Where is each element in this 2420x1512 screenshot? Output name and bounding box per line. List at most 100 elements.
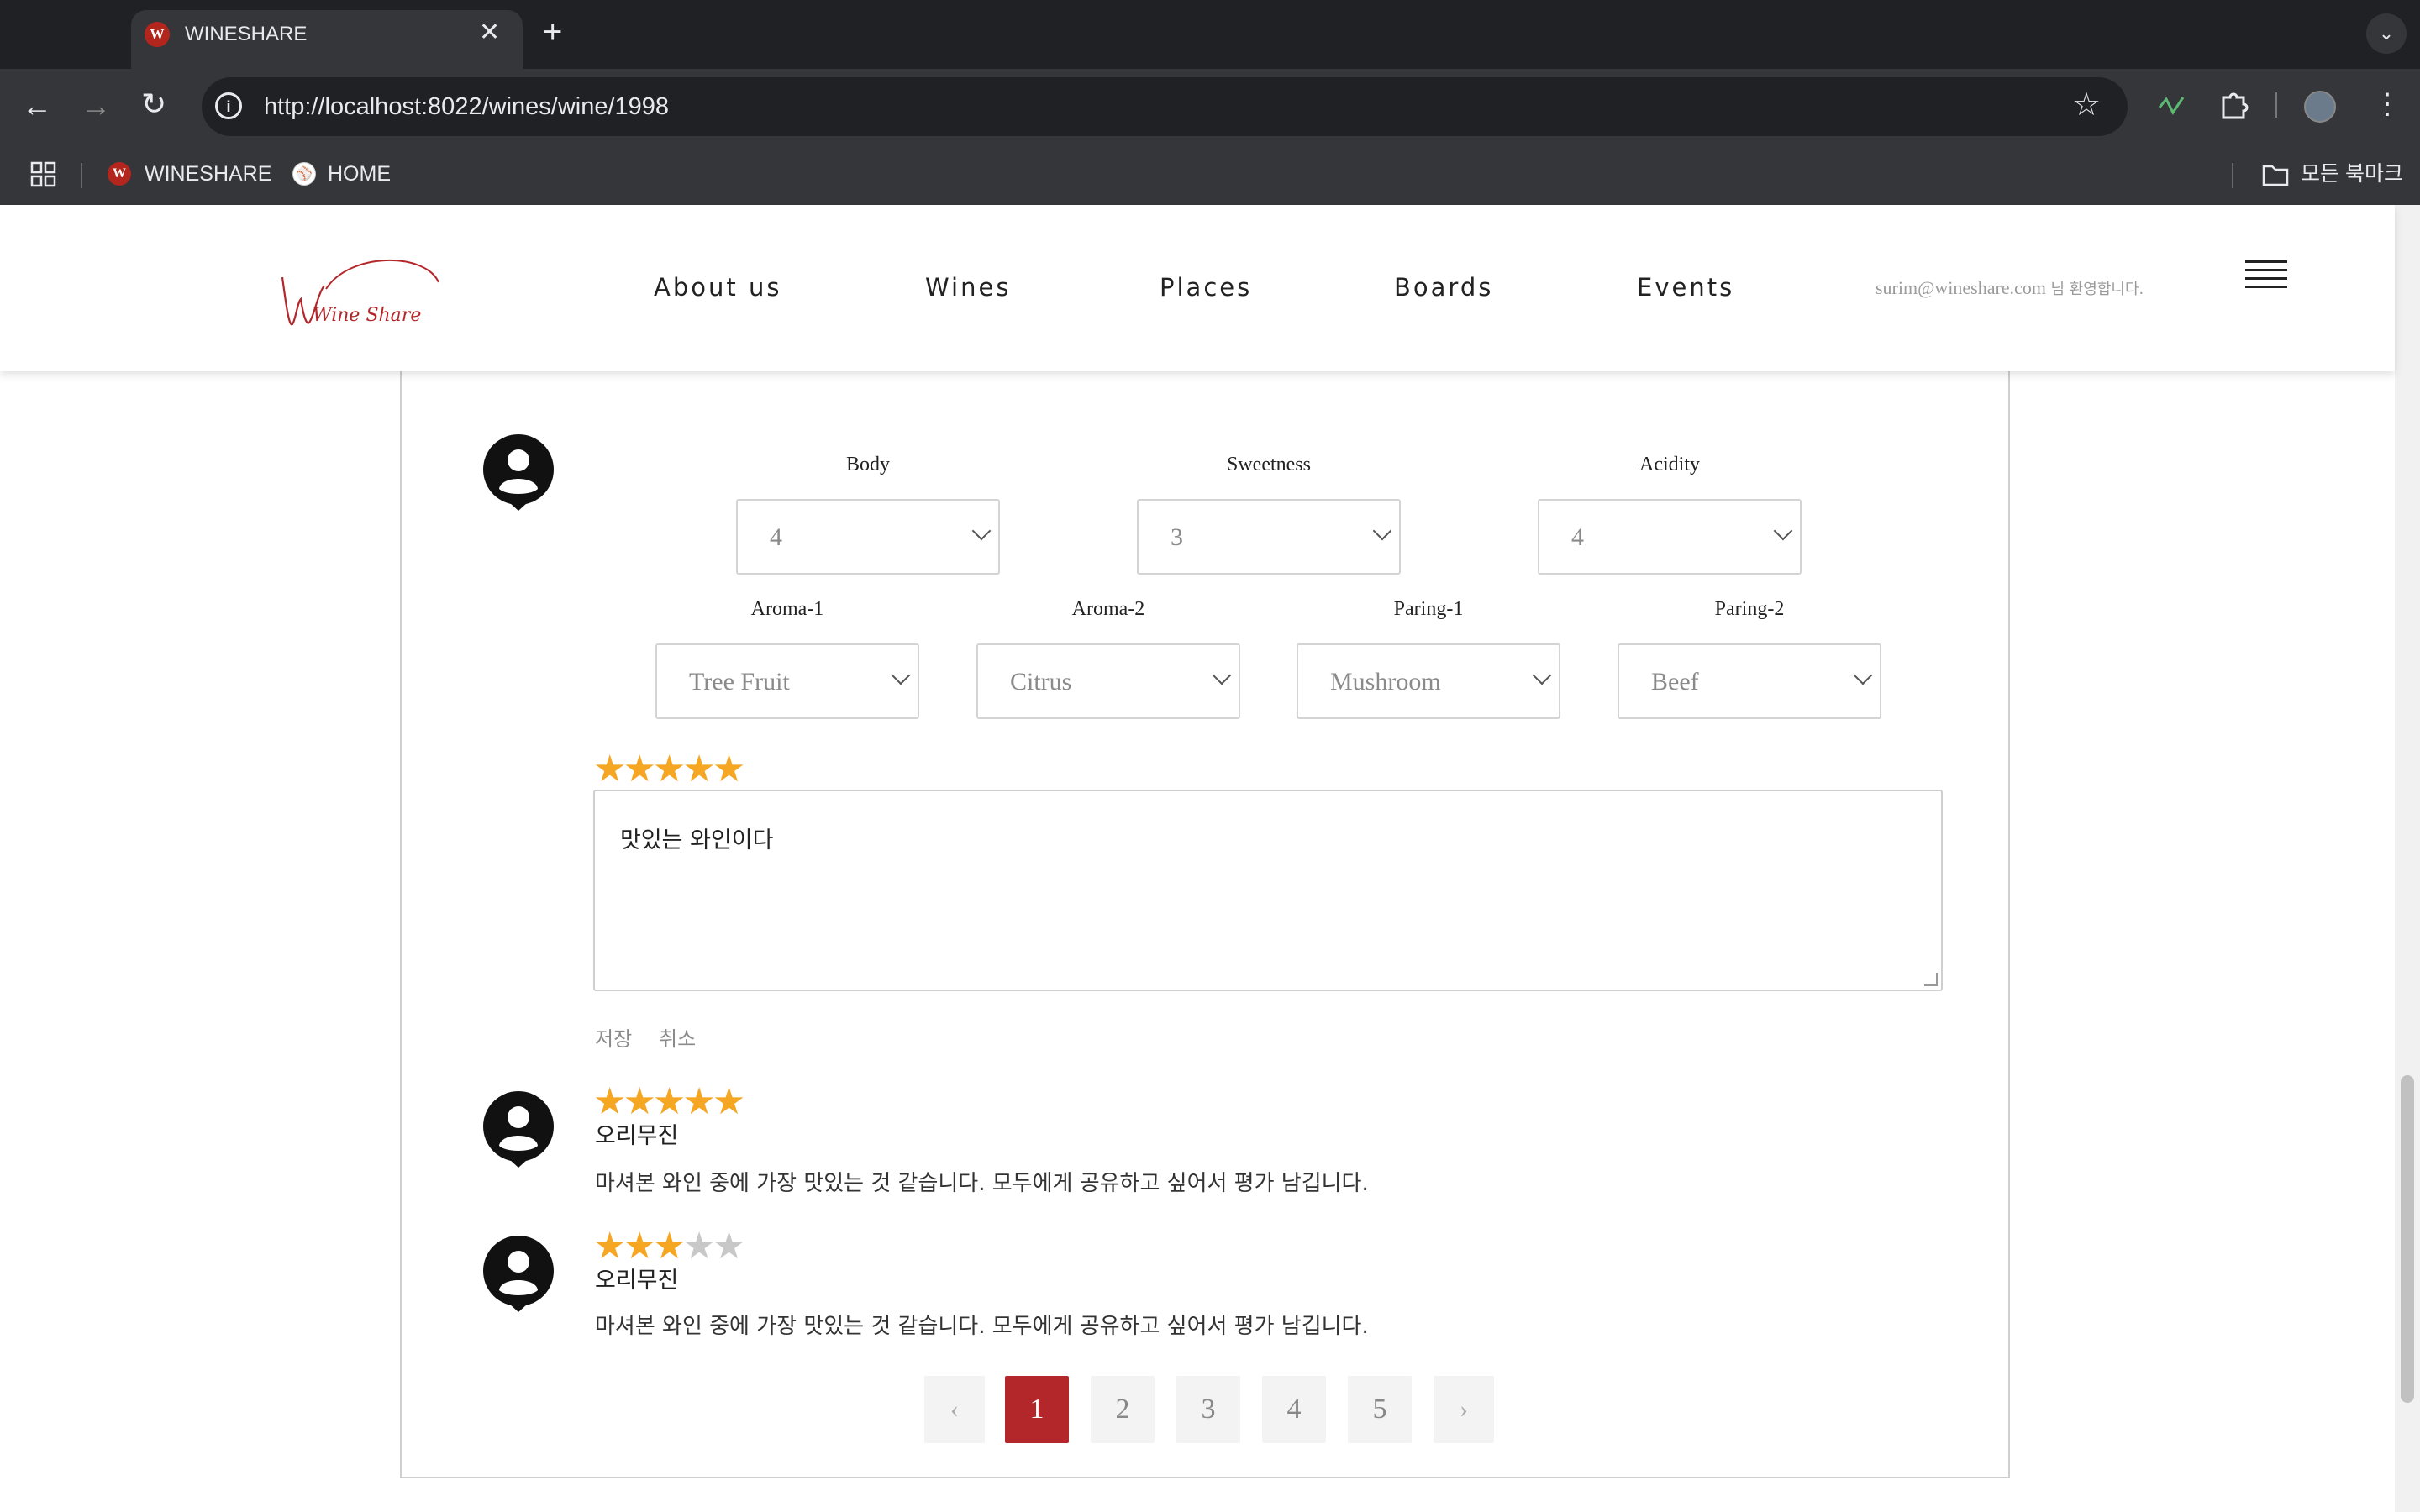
- star-filled-icon: ★: [682, 1081, 716, 1122]
- info-icon[interactable]: i: [215, 92, 242, 119]
- star-filled-icon: ★: [623, 1226, 656, 1267]
- paring-1-value: Mushroom: [1330, 668, 1441, 696]
- chevron-down-icon: [1212, 665, 1232, 685]
- puzzle-icon[interactable]: [2218, 89, 2249, 119]
- nav-events[interactable]: Events: [1637, 270, 1734, 304]
- paring-2-select[interactable]: Beef: [1618, 643, 1881, 719]
- pagination-page-2[interactable]: 2: [1091, 1376, 1155, 1443]
- pagination-page-4[interactable]: 4: [1262, 1376, 1326, 1443]
- review-text: 마셔본 와인 중에 가장 맛있는 것 같습니다. 모두에게 공유하고 싶어서 평…: [595, 1314, 1369, 1339]
- user-avatar-icon: [483, 434, 554, 511]
- star-empty-icon: ★: [682, 1226, 716, 1267]
- nav-wines[interactable]: Wines: [925, 270, 1011, 304]
- nav-boards[interactable]: Boards: [1394, 270, 1493, 304]
- profile-avatar[interactable]: [2304, 91, 2336, 123]
- star-filled-icon[interactable]: ★: [593, 748, 627, 790]
- review-rating: ★★★★★: [593, 1226, 746, 1267]
- user-avatar-icon: [483, 1236, 554, 1312]
- tab-close-icon[interactable]: ✕: [479, 18, 500, 47]
- home-bookmark-icon: ⚾: [292, 162, 316, 186]
- reload-icon[interactable]: ↻: [141, 87, 166, 121]
- tab-search-icon[interactable]: ⌄: [2366, 13, 2407, 54]
- star-empty-icon: ★: [712, 1226, 746, 1267]
- comment-text: 맛있는 와인이다: [620, 827, 774, 853]
- review-author: 오리무진: [595, 1268, 679, 1294]
- save-button[interactable]: 저장: [595, 1026, 632, 1052]
- acidity-label: Acidity: [1639, 454, 1700, 475]
- bookmark-wineshare[interactable]: WINESHARE: [145, 160, 271, 188]
- back-icon[interactable]: ←: [22, 89, 52, 123]
- paring-2-value: Beef: [1651, 668, 1699, 696]
- bookmark-home[interactable]: HOME: [328, 160, 391, 188]
- star-filled-icon: ★: [712, 1081, 746, 1122]
- body-select[interactable]: 4: [736, 499, 1000, 575]
- chevron-down-icon: [891, 665, 911, 685]
- star-filled-icon[interactable]: ★: [713, 748, 746, 790]
- star-filled-icon: ★: [623, 1081, 656, 1122]
- paring-1-select[interactable]: Mushroom: [1297, 643, 1560, 719]
- welcome-suffix: 님 환영합니다.: [2050, 281, 2144, 298]
- logo-text: Wine Share: [313, 305, 421, 326]
- cancel-button[interactable]: 취소: [659, 1026, 696, 1052]
- hamburger-menu-icon[interactable]: [2245, 260, 2287, 294]
- chevron-down-icon: [971, 521, 992, 541]
- review-author: 오리무진: [595, 1123, 679, 1149]
- user-avatar-icon: [483, 1091, 554, 1168]
- bookmarks-divider-right: [2232, 163, 2233, 188]
- rating-input[interactable]: ★★★★★: [593, 748, 746, 790]
- chevron-down-icon: [1773, 521, 1793, 541]
- chevron-down-icon: [1372, 521, 1392, 541]
- body-label: Body: [845, 454, 890, 475]
- star-filled-icon: ★: [593, 1226, 627, 1267]
- more-menu-icon[interactable]: ⋮: [2373, 87, 2402, 121]
- comment-textarea[interactable]: 맛있는 와인이다: [593, 790, 1943, 991]
- forward-icon[interactable]: →: [81, 89, 111, 123]
- aroma-1-label: Aroma-1: [750, 598, 824, 620]
- paring-2-label: Paring-2: [1714, 598, 1785, 620]
- sweetness-value: 3: [1171, 523, 1183, 551]
- star-filled-icon[interactable]: ★: [653, 748, 687, 790]
- aroma-2-select[interactable]: Citrus: [976, 643, 1240, 719]
- paring-1-label: Paring-1: [1393, 598, 1464, 620]
- nav-places[interactable]: Places: [1160, 270, 1252, 304]
- sweetness-label: Sweetness: [1227, 454, 1311, 475]
- welcome-message: surim@wineshare.com 님 환영합니다.: [1876, 276, 2144, 302]
- star-filled-icon: ★: [652, 1226, 687, 1267]
- bookmarks-divider: [81, 163, 82, 188]
- chevron-down-icon: [1853, 665, 1873, 685]
- toolbar-divider: [2275, 92, 2277, 118]
- new-tab-icon[interactable]: +: [543, 13, 562, 50]
- review-rating: ★★★★★: [593, 1081, 746, 1122]
- url-text[interactable]: http://localhost:8022/wines/wine/1998: [264, 91, 669, 123]
- pagination-prev[interactable]: ‹: [924, 1376, 985, 1443]
- pagination-page-3[interactable]: 3: [1176, 1376, 1240, 1443]
- welcome-email: surim@wineshare.com: [1876, 277, 2046, 298]
- star-filled-icon[interactable]: ★: [623, 748, 656, 790]
- star-filled-icon: ★: [593, 1081, 627, 1122]
- tab-title: WINESHARE: [185, 23, 308, 45]
- acidity-select[interactable]: 4: [1538, 499, 1802, 575]
- all-bookmarks[interactable]: 모든 북마크: [2301, 160, 2403, 188]
- wineshare-bookmark-icon: W: [108, 162, 131, 186]
- aroma-2-label: Aroma-2: [1071, 598, 1145, 620]
- tab-favicon-icon: W: [145, 22, 170, 47]
- apps-grid-icon[interactable]: [30, 161, 57, 188]
- pagination-page-1[interactable]: 1: [1005, 1376, 1069, 1443]
- body-value: 4: [770, 523, 782, 551]
- sweetness-select[interactable]: 3: [1137, 499, 1401, 575]
- extension-icon[interactable]: [2158, 92, 2185, 118]
- star-filled-icon: ★: [652, 1081, 687, 1122]
- star-filled-icon[interactable]: ★: [682, 748, 716, 790]
- aroma-1-value: Tree Fruit: [689, 668, 790, 696]
- acidity-value: 4: [1571, 523, 1584, 551]
- aroma-1-select[interactable]: Tree Fruit: [655, 643, 919, 719]
- page-scrollbar-thumb[interactable]: [2401, 1075, 2414, 1403]
- pagination-next[interactable]: ›: [1434, 1376, 1494, 1443]
- review-text: 마셔본 와인 중에 가장 맛있는 것 같습니다. 모두에게 공유하고 싶어서 평…: [595, 1171, 1369, 1196]
- pagination-page-5[interactable]: 5: [1348, 1376, 1412, 1443]
- folder-icon: [2262, 165, 2289, 186]
- resize-handle[interactable]: [1924, 973, 1938, 986]
- bookmark-star-icon[interactable]: ☆: [2072, 87, 2101, 123]
- site-logo[interactable]: Wine Share: [274, 244, 442, 344]
- nav-about-us[interactable]: About us: [654, 270, 781, 304]
